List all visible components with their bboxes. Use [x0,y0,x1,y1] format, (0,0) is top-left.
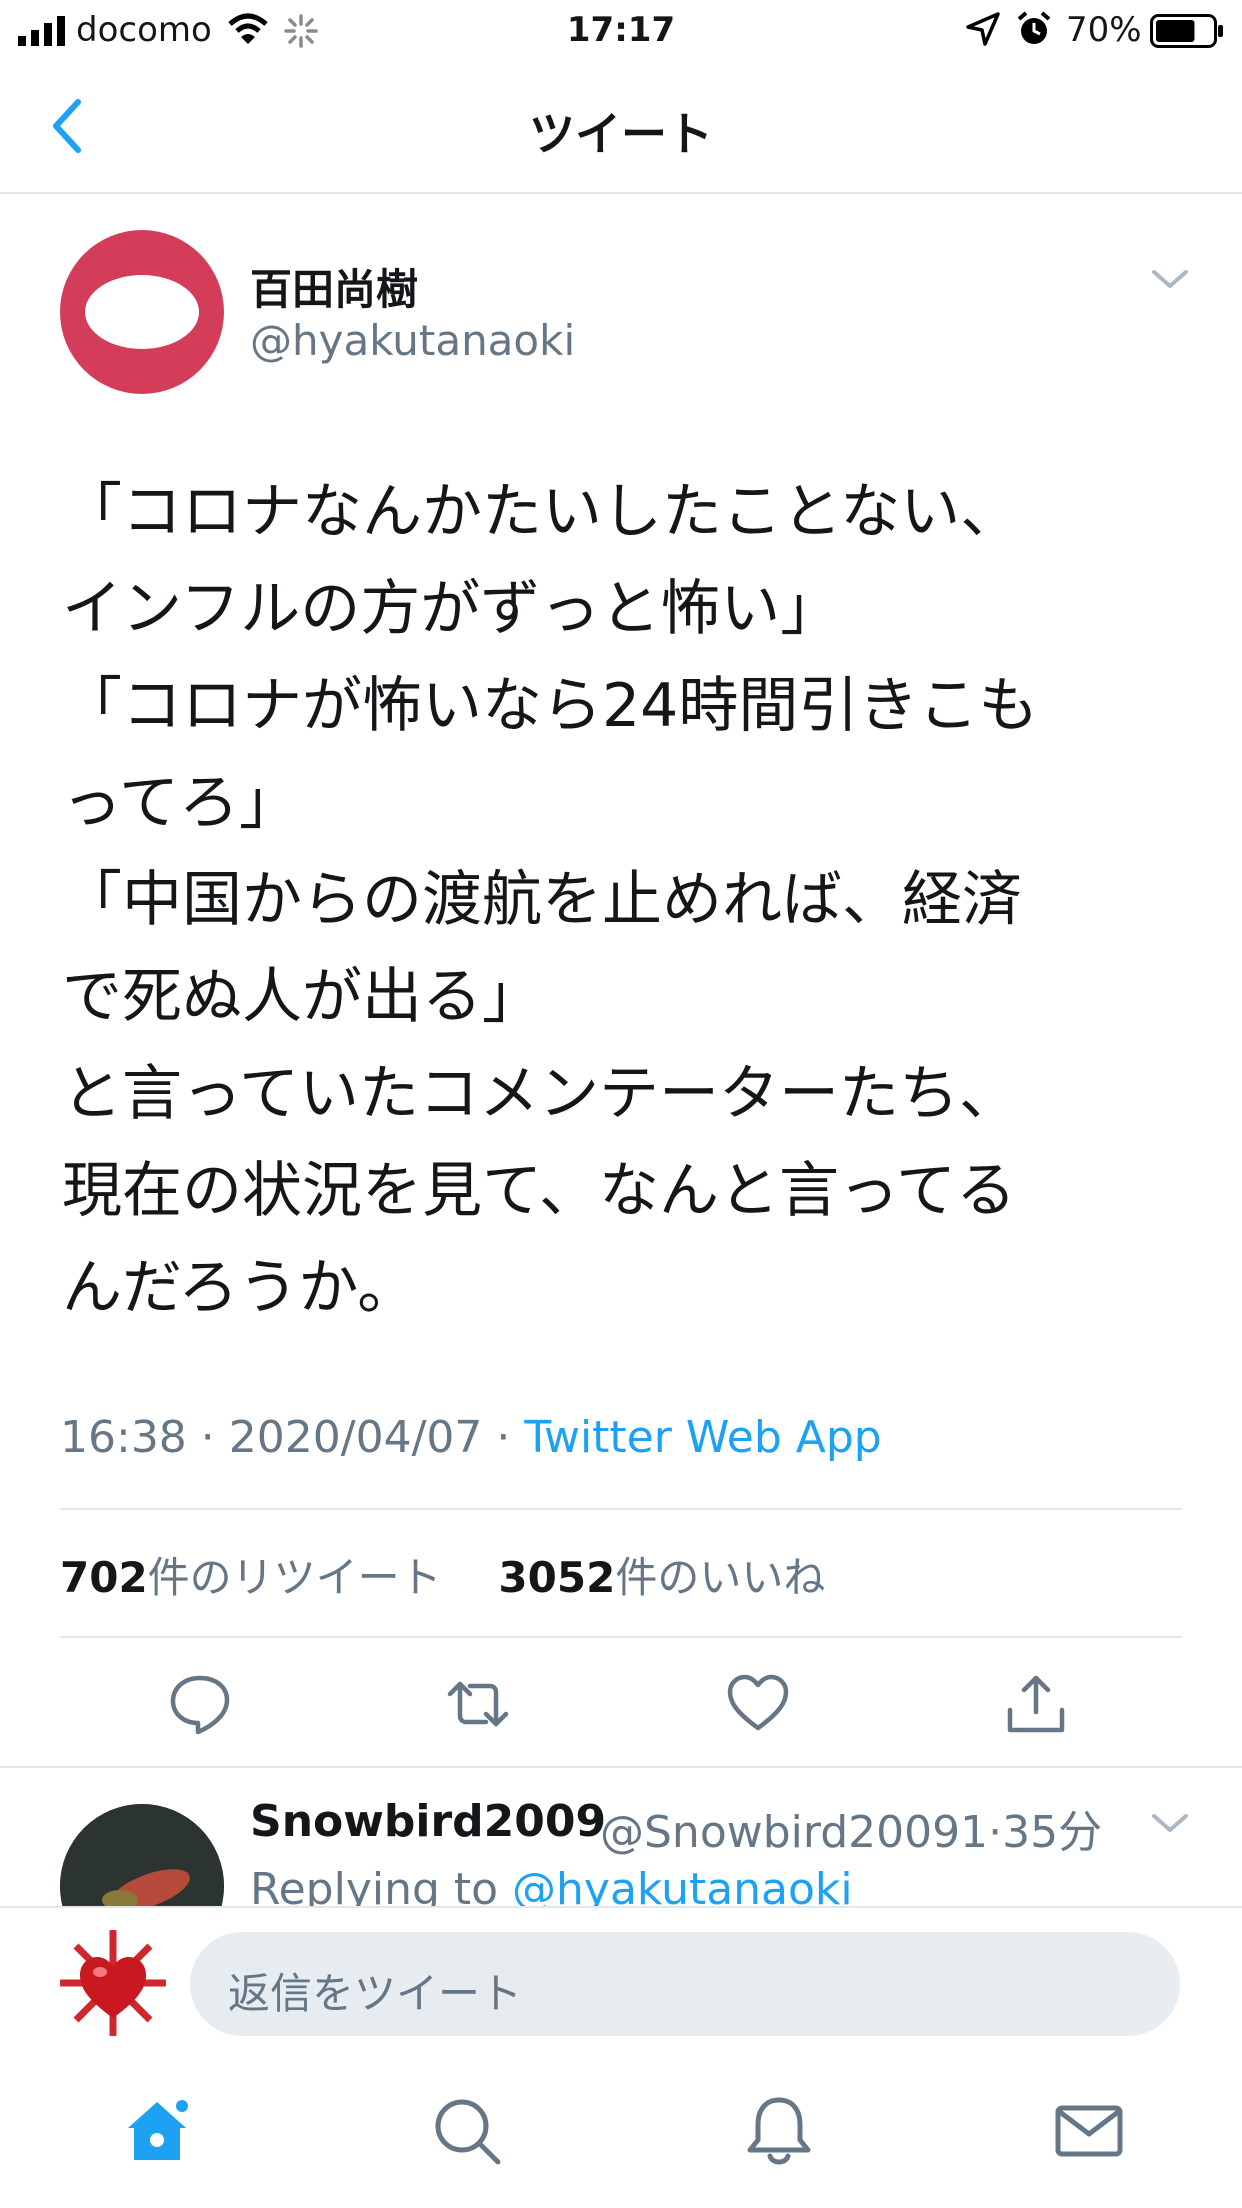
alarm-clock-icon [1017,11,1051,44]
like-icon[interactable] [726,1672,790,1736]
divider [0,1766,1242,1768]
reply-icon[interactable] [168,1672,232,1736]
chevron-down-icon[interactable] [1148,1808,1192,1838]
like-stat[interactable]: 3052件のいいね [498,1553,825,1602]
avatar-ellipse [85,275,199,349]
author-handle[interactable]: @hyakutanaoki [250,316,575,365]
like-count: 3052 [498,1553,616,1602]
my-avatar[interactable] [60,1930,166,2036]
chevron-down-icon[interactable] [1148,264,1192,294]
notifications-icon[interactable] [742,2094,816,2168]
share-icon[interactable] [1004,1672,1068,1736]
retweet-icon[interactable] [446,1672,510,1736]
location-arrow-icon [966,12,1000,46]
clock: 17:17 [566,10,676,50]
rising-sun-heart-icon [60,1930,166,2036]
meta-separator: · [988,1807,1003,1858]
meta-separator: · [482,1412,525,1463]
retweet-count: 702 [60,1553,148,1602]
reply-meta: @Snowbird20091·35分 [600,1796,1102,1860]
home-icon[interactable] [120,2094,194,2168]
search-icon[interactable] [430,2094,504,2168]
meta-separator: · [186,1412,229,1463]
divider [60,1636,1182,1638]
battery-percent: 70% [1066,10,1142,50]
tweet-source-link[interactable]: Twitter Web App [524,1412,881,1463]
reply-input[interactable]: 返信をツイート [190,1932,1180,2036]
page-title: ツイート [529,107,713,161]
author-avatar[interactable] [60,230,224,394]
divider [60,1508,1182,1510]
reply-time: 35分 [1002,1807,1103,1858]
retweet-stat[interactable]: 702件のリツイート [60,1553,442,1602]
nav-bar: ツイート [0,62,1242,194]
tweet-time: 16:38 [60,1412,187,1463]
tweet-meta: 16:38 · 2020/04/07 · Twitter Web App [60,1412,882,1463]
retweet-label: 件のリツイート [147,1553,442,1602]
like-label: 件のいいね [615,1553,826,1602]
reply-handle[interactable]: @Snowbird20091 [600,1807,988,1858]
messages-icon[interactable] [1052,2094,1126,2168]
battery-icon [1150,14,1223,48]
tweet-date: 2020/04/07 [228,1412,483,1463]
author-name[interactable]: 百田尚樹 [250,256,418,317]
reply-author-name[interactable]: Snowbird2009 [250,1796,606,1847]
status-bar: docomo 17:17 70% [0,0,1242,62]
tweet-text: 「コロナなんかたいしたことない、 インフルの方がずっと怖い」 「コロナが怖いなら… [62,477,1039,1323]
tweet-stats: 702件のリツイート 3052件のいいね [60,1544,825,1605]
